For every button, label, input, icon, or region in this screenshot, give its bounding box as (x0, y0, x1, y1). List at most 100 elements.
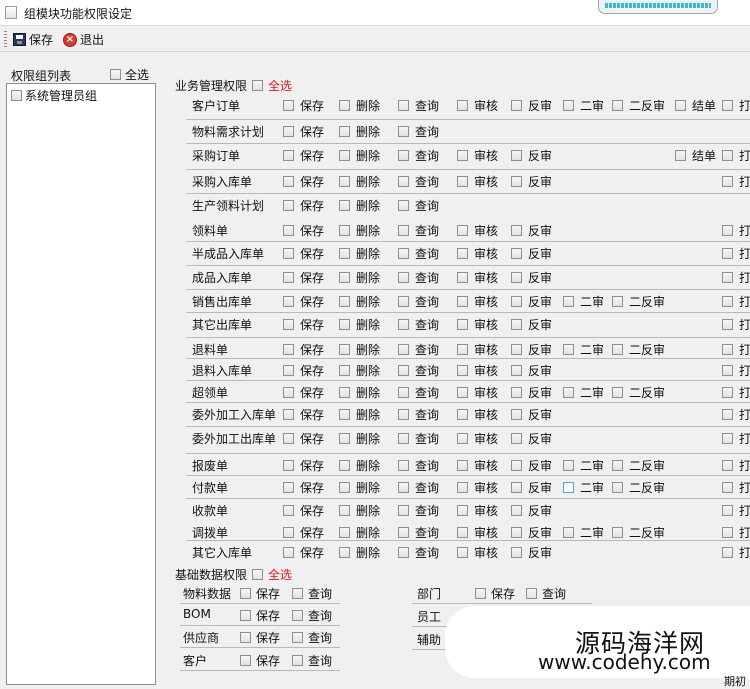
checkbox[interactable] (612, 344, 623, 355)
checkbox[interactable] (612, 460, 623, 471)
permission-checkbox[interactable]: 反审 (511, 544, 552, 561)
checkbox[interactable] (398, 150, 409, 161)
permission-checkbox[interactable]: 查询 (398, 173, 439, 190)
permission-checkbox[interactable]: 打印 (722, 97, 750, 114)
permission-checkbox[interactable]: 删除 (339, 457, 380, 474)
checkbox[interactable] (563, 460, 574, 471)
permission-checkbox[interactable]: 保存 (283, 502, 324, 519)
select-all-checkbox[interactable] (110, 69, 121, 80)
checkbox[interactable] (398, 505, 409, 516)
checkbox[interactable] (398, 344, 409, 355)
permission-checkbox[interactable]: 查询 (398, 222, 439, 239)
permission-checkbox[interactable]: 删除 (339, 341, 380, 358)
permission-checkbox[interactable]: 二反审 (612, 479, 665, 496)
permission-checkbox[interactable]: 删除 (339, 293, 380, 310)
permission-checkbox[interactable]: 保存 (283, 316, 324, 333)
checkbox[interactable] (722, 547, 733, 558)
checkbox[interactable] (398, 248, 409, 259)
permission-checkbox[interactable]: 反审 (511, 222, 552, 239)
permission-checkbox[interactable]: 查询 (398, 430, 439, 447)
checkbox[interactable] (612, 387, 623, 398)
checkbox[interactable] (283, 150, 294, 161)
permission-checkbox[interactable]: 打印 (722, 479, 750, 496)
checkbox[interactable] (511, 100, 522, 111)
checkbox[interactable] (612, 100, 623, 111)
permission-checkbox[interactable]: 查询 (398, 502, 439, 519)
permission-checkbox[interactable]: 查询 (398, 362, 439, 379)
checkbox[interactable] (339, 319, 350, 330)
checkbox[interactable] (283, 365, 294, 376)
permission-checkbox[interactable]: 二审 (563, 341, 604, 358)
permission-checkbox[interactable]: 打印 (722, 544, 750, 561)
permission-checkbox[interactable]: 保存 (283, 123, 324, 140)
checkbox[interactable] (457, 176, 468, 187)
checkbox[interactable] (511, 433, 522, 444)
checkbox[interactable] (339, 344, 350, 355)
save-button[interactable]: 保存 (13, 30, 53, 49)
checkbox[interactable] (339, 505, 350, 516)
permission-checkbox[interactable]: 审核 (457, 544, 498, 561)
checkbox[interactable] (722, 344, 733, 355)
permission-checkbox[interactable]: 打印 (722, 269, 750, 286)
checkbox[interactable] (457, 319, 468, 330)
checkbox[interactable] (511, 150, 522, 161)
checkbox[interactable] (563, 100, 574, 111)
checkbox[interactable] (339, 409, 350, 420)
checkbox[interactable] (283, 319, 294, 330)
checkbox[interactable] (722, 527, 733, 538)
permission-checkbox[interactable]: 保存 (283, 430, 324, 447)
checkbox[interactable] (511, 460, 522, 471)
basic-select-all-checkbox[interactable] (252, 569, 264, 580)
permission-checkbox[interactable]: 审核 (457, 245, 498, 262)
checkbox[interactable] (511, 248, 522, 259)
permission-checkbox[interactable]: 查询 (398, 316, 439, 333)
checkbox[interactable] (457, 150, 468, 161)
permission-checkbox[interactable]: 打印 (722, 430, 750, 447)
checkbox[interactable] (457, 460, 468, 471)
checkbox[interactable] (526, 588, 537, 599)
permission-checkbox[interactable]: 查询 (398, 97, 439, 114)
permission-checkbox[interactable]: 打印 (722, 457, 750, 474)
permission-checkbox[interactable]: 反审 (511, 524, 552, 541)
checkbox[interactable] (722, 319, 733, 330)
permission-checkbox[interactable]: 反审 (511, 502, 552, 519)
checkbox[interactable] (457, 225, 468, 236)
checkbox[interactable] (339, 200, 350, 211)
permission-checkbox[interactable]: 打印 (722, 293, 750, 310)
permission-checkbox[interactable]: 打印 (722, 245, 750, 262)
permission-checkbox[interactable]: 查询 (398, 406, 439, 423)
permission-checkbox[interactable]: 删除 (339, 544, 380, 561)
checkbox[interactable] (511, 547, 522, 558)
permission-checkbox[interactable]: 查询 (398, 341, 439, 358)
permission-checkbox[interactable]: 删除 (339, 430, 380, 447)
permission-checkbox[interactable]: 删除 (339, 197, 380, 214)
permission-checkbox[interactable]: 删除 (339, 406, 380, 423)
permission-checkbox[interactable]: 二审 (563, 457, 604, 474)
permission-checkbox[interactable]: 打印 (722, 147, 750, 164)
checkbox[interactable] (563, 527, 574, 538)
checkbox[interactable] (722, 100, 733, 111)
permission-checkbox[interactable]: 审核 (457, 222, 498, 239)
checkbox[interactable] (398, 387, 409, 398)
checkbox[interactable] (722, 409, 733, 420)
checkbox[interactable] (398, 409, 409, 420)
permission-checkbox[interactable]: 结单 (675, 147, 716, 164)
checkbox[interactable] (398, 482, 409, 493)
checkbox[interactable] (612, 482, 623, 493)
checkbox[interactable] (240, 610, 251, 621)
checkbox[interactable] (457, 272, 468, 283)
checkbox[interactable] (612, 527, 623, 538)
checkbox[interactable] (722, 365, 733, 376)
checkbox[interactable] (722, 296, 733, 307)
toolbar-grip-icon[interactable] (4, 31, 7, 47)
checkbox[interactable] (283, 126, 294, 137)
permission-checkbox[interactable]: 查询 (398, 457, 439, 474)
permission-checkbox[interactable]: 保存 (283, 269, 324, 286)
checkbox[interactable] (457, 547, 468, 558)
checkbox[interactable] (283, 225, 294, 236)
checkbox[interactable] (283, 272, 294, 283)
permission-checkbox[interactable]: 打印 (722, 406, 750, 423)
permission-checkbox[interactable]: 审核 (457, 173, 498, 190)
checkbox[interactable] (283, 100, 294, 111)
permission-checkbox[interactable]: 保存 (283, 197, 324, 214)
